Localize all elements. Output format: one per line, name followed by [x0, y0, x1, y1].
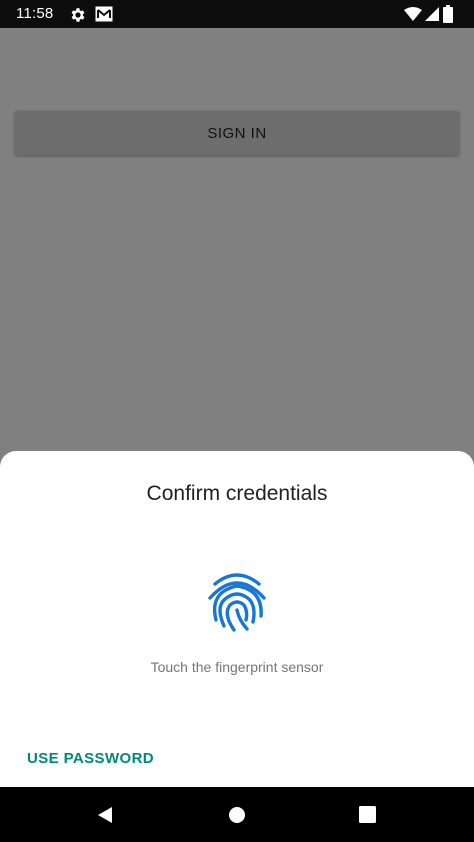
status-bar: 11:58: [0, 0, 474, 28]
use-password-button[interactable]: USE PASSWORD: [27, 750, 154, 767]
status-time: 11:58: [16, 5, 54, 22]
home-icon[interactable]: [228, 806, 246, 829]
sign-in-label: SIGN IN: [207, 124, 267, 142]
navigation-bar: [0, 787, 474, 842]
app-background: [0, 28, 474, 452]
sign-in-button[interactable]: SIGN IN: [15, 111, 459, 155]
signal-icon: [425, 7, 439, 26]
mail-icon: [95, 6, 113, 27]
battery-icon: [443, 5, 453, 28]
wifi-icon: [404, 7, 422, 26]
dialog-title: Confirm credentials: [146, 482, 328, 505]
gear-icon: [69, 6, 87, 29]
fingerprint-icon: [208, 573, 266, 632]
fingerprint-hint: Touch the fingerprint sensor: [150, 659, 324, 675]
back-icon[interactable]: [96, 806, 114, 829]
confirm-credentials-sheet: Confirm credentials Touch the fingerprin…: [0, 451, 474, 787]
recents-icon[interactable]: [359, 806, 376, 828]
